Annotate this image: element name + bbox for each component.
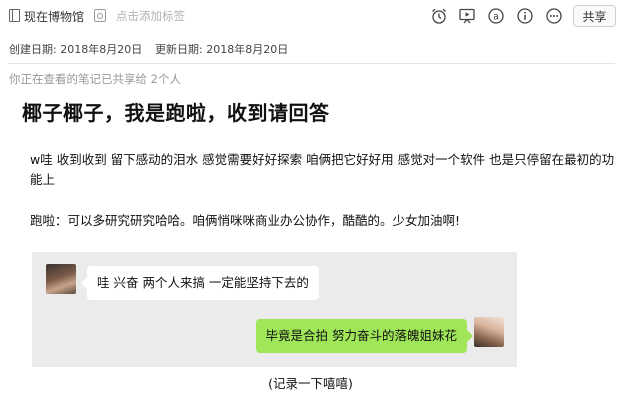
avatar [46,264,76,294]
chat-bubble-left: 哇 兴奋 两个人来搞 一定能坚持下去的 [81,266,319,300]
chat-screenshot: 哇 兴奋 两个人来搞 一定能坚持下去的 毕竟是合拍 努力奋斗的落魄姐妹花 [32,252,517,367]
chat-caption-text: (记录一下嘻嘻) [268,376,353,391]
created-date: 创建日期: 2018年8月20日 [9,43,143,56]
note-paragraph[interactable]: w哇 收到收到 留下感动的泪水 感觉需要好好探索 咱俩把它好好用 感觉对一个软件… [30,150,620,190]
chat-caption[interactable]: (记录一下嘻嘻) [0,373,633,392]
note-toolbar: 现在博物馆 点击添加标签 a 共享 [0,0,633,32]
notebook-name[interactable]: 现在博物馆 [24,8,84,25]
alarm-clock-icon[interactable] [429,6,449,26]
presentation-icon[interactable] [457,6,477,26]
tag-icon[interactable] [94,9,106,22]
at-sign-icon[interactable]: a [486,6,506,26]
svg-text:a: a [493,11,499,22]
chat-bubble-right: 毕竟是合拍 努力奋斗的落魄姐妹花 [255,319,474,353]
header-divider [8,63,615,64]
info-icon[interactable] [515,6,535,26]
updated-date: 更新日期: 2018年8月20日 [155,43,289,56]
shared-notice[interactable]: 你正在查看的笔记已共享给 2个人 [9,71,181,87]
note-paragraph[interactable]: 跑啦：可以多研究研究哈哈。咱俩悄咪咪商业办公协作，酷酷的。少女加油啊! [30,211,620,231]
notebook-icon[interactable] [9,9,20,22]
share-button[interactable]: 共享 [573,5,616,27]
add-tag-field[interactable]: 点击添加标签 [116,8,185,24]
avatar [474,317,504,347]
more-icon[interactable] [544,6,564,26]
note-title[interactable]: 椰子椰子，我是跑啦，收到请回答 [22,97,330,126]
